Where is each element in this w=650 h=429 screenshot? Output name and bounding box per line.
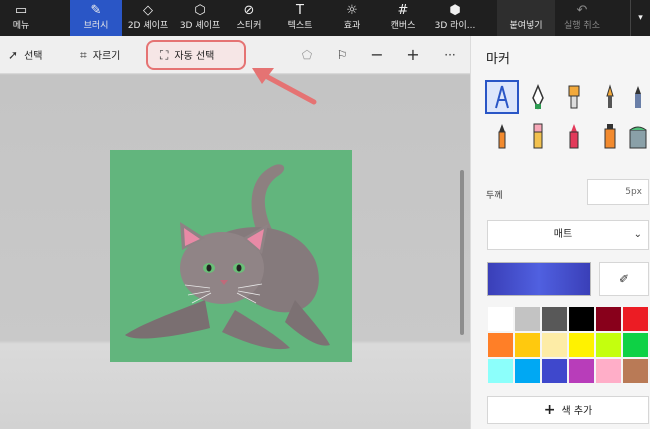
add-color-button[interactable]: + 색 추가 bbox=[487, 396, 649, 424]
select-button[interactable]: ➚ 선택 bbox=[8, 36, 42, 74]
eraser-tool[interactable] bbox=[521, 120, 555, 154]
paint3d-window: ▭ 메뉴 ✎ 브러시 ◇ 2D 셰이프 ⬡ 3D 셰이프 ⊘ 스티커 T 텍스트… bbox=[0, 0, 650, 429]
color-swatch[interactable] bbox=[595, 332, 622, 358]
undo-icon: ↶ bbox=[576, 3, 588, 18]
finish-label: 매트 bbox=[553, 229, 573, 240]
finish-dropdown[interactable]: 매트 ⌄ bbox=[487, 220, 649, 250]
tab-3d-shapes[interactable]: ⬡ 3D 셰이프 bbox=[174, 0, 226, 36]
paste-icon bbox=[497, 0, 555, 20]
text-icon: T bbox=[296, 3, 304, 18]
color-swatch[interactable] bbox=[568, 358, 595, 384]
panel-title: 마커 bbox=[486, 52, 510, 67]
pencil-tool[interactable] bbox=[485, 120, 519, 154]
marker-icon bbox=[495, 85, 509, 109]
chevron-down-icon: ▾ bbox=[638, 13, 643, 23]
watercolor-icon bbox=[606, 84, 614, 108]
top-ribbon: ▭ 메뉴 ✎ 브러시 ◇ 2D 셰이프 ⬡ 3D 셰이프 ⊘ 스티커 T 텍스트… bbox=[0, 0, 650, 36]
vertical-scrollbar[interactable] bbox=[460, 170, 464, 335]
color-swatch[interactable] bbox=[541, 306, 568, 332]
fill-bucket-tool[interactable] bbox=[621, 120, 650, 154]
folder-icon: ▭ bbox=[14, 3, 28, 18]
undo-button[interactable]: ↶ 실행 취소 bbox=[557, 0, 607, 36]
color-swatch[interactable] bbox=[514, 306, 541, 332]
color-swatch[interactable] bbox=[622, 358, 649, 384]
zoom-out-icon[interactable]: − bbox=[367, 36, 387, 74]
crayon-tool[interactable] bbox=[557, 120, 591, 154]
brush-panel: 마커 두께 5px 매트 ⌄ ✐ + 색 추가 bbox=[470, 36, 650, 429]
color-swatch[interactable] bbox=[568, 306, 595, 332]
calligraphy-pen-icon bbox=[532, 84, 544, 110]
pixel-pen-icon bbox=[635, 86, 641, 108]
color-swatch[interactable] bbox=[487, 332, 514, 358]
menu-button[interactable]: ▭ 메뉴 bbox=[0, 0, 42, 36]
flag-icon[interactable]: ⚐ bbox=[332, 36, 352, 74]
thickness-label: 두께 bbox=[486, 191, 503, 201]
tab-effects[interactable]: ☼ 효과 bbox=[330, 0, 374, 36]
color-swatch[interactable] bbox=[622, 332, 649, 358]
magic-select-icon: ⛶ bbox=[160, 48, 169, 62]
thickness-input[interactable]: 5px bbox=[587, 179, 649, 205]
select-label: 선택 bbox=[24, 51, 43, 62]
color-swatch[interactable] bbox=[487, 306, 514, 332]
color-swatch[interactable] bbox=[487, 358, 514, 384]
annotation-arrow bbox=[252, 68, 317, 105]
crop-button[interactable]: ⌗ 자르기 bbox=[80, 36, 120, 74]
magic-select-button[interactable]: ⛶ 자동 선택 bbox=[160, 36, 214, 74]
3d-library-icon: ⬢ bbox=[449, 3, 461, 18]
color-swatch[interactable] bbox=[514, 332, 541, 358]
current-color-swatch[interactable] bbox=[487, 262, 591, 296]
tab-3d-library[interactable]: ⬢ 3D 라이... bbox=[427, 0, 483, 36]
marker-tool[interactable] bbox=[485, 80, 519, 114]
tab-text[interactable]: T 텍스트 bbox=[277, 0, 323, 36]
magic-select-label: 자동 선택 bbox=[174, 51, 215, 62]
add-color-label: 색 추가 bbox=[561, 406, 593, 417]
history-button[interactable] bbox=[610, 0, 630, 36]
color-palette bbox=[487, 306, 649, 384]
tab-canvas[interactable]: # 캔버스 bbox=[380, 0, 426, 36]
tab-stickers[interactable]: ⊘ 스티커 bbox=[226, 0, 272, 36]
effects-icon: ☼ bbox=[346, 3, 358, 18]
cat-image[interactable] bbox=[110, 150, 352, 362]
tab-brushes[interactable]: ✎ 브러시 bbox=[70, 0, 122, 36]
more-ribbon-button[interactable]: ▾ bbox=[630, 0, 650, 36]
zoom-in-icon[interactable]: + bbox=[403, 36, 423, 74]
paste-button[interactable]: 붙여넣기 bbox=[497, 0, 555, 36]
oil-brush-icon bbox=[568, 85, 580, 109]
oil-brush-tool[interactable] bbox=[557, 80, 591, 114]
cat-illustration bbox=[125, 164, 330, 350]
plus-icon: + bbox=[543, 402, 556, 418]
cursor-icon: ➚ bbox=[8, 48, 19, 62]
calligraphy-pen-tool[interactable] bbox=[521, 80, 555, 114]
tab-2d-shapes[interactable]: ◇ 2D 셰이프 bbox=[122, 0, 174, 36]
3d-shapes-icon: ⬡ bbox=[194, 3, 206, 18]
pencil-icon bbox=[498, 124, 506, 149]
crayon-icon bbox=[569, 124, 579, 149]
canvas-icon: # bbox=[397, 3, 409, 18]
2d-shapes-icon: ◇ bbox=[143, 3, 153, 18]
color-swatch[interactable] bbox=[595, 358, 622, 384]
history-icon bbox=[610, 0, 630, 20]
eyedropper-button[interactable]: ✐ bbox=[599, 262, 649, 296]
eyedropper-icon: ✐ bbox=[618, 272, 630, 286]
crop-label: 자르기 bbox=[92, 51, 121, 62]
pixel-pen-tool[interactable] bbox=[621, 80, 650, 114]
fill-bucket-icon bbox=[629, 126, 647, 149]
sticker-icon: ⊘ bbox=[243, 3, 255, 18]
crop-icon: ⌗ bbox=[80, 48, 87, 62]
color-swatch[interactable] bbox=[541, 358, 568, 384]
color-swatch[interactable] bbox=[541, 332, 568, 358]
brush-icon: ✎ bbox=[90, 3, 102, 18]
color-swatch[interactable] bbox=[595, 306, 622, 332]
color-swatch[interactable] bbox=[568, 332, 595, 358]
eraser-icon bbox=[533, 123, 543, 149]
spray-can-icon bbox=[604, 124, 616, 149]
more-options-icon[interactable]: ··· bbox=[440, 36, 460, 74]
color-swatch[interactable] bbox=[514, 358, 541, 384]
color-swatch[interactable] bbox=[622, 306, 649, 332]
chevron-down-icon: ⌄ bbox=[633, 229, 642, 240]
